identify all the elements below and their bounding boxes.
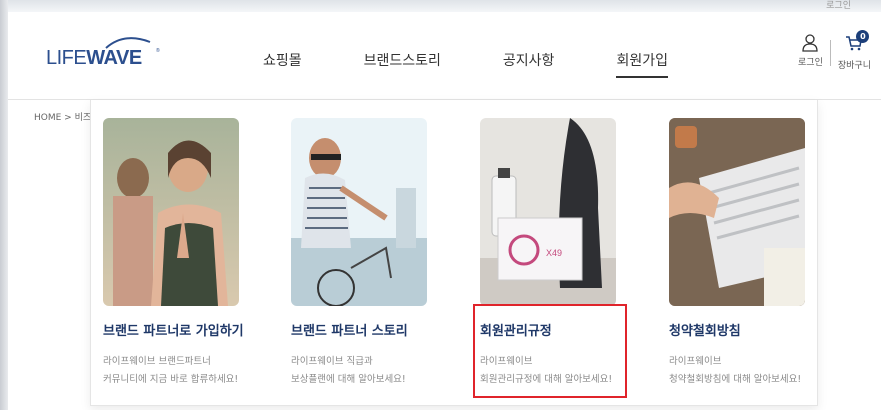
lifewave-logo[interactable]: LIFEWAVE ®	[46, 34, 176, 74]
nav-item-signup[interactable]: 회원가입	[616, 50, 668, 78]
signup-mega-menu: 브랜드 파트너로 가입하기 라이프웨이브 브랜드파트너 커뮤니티에 지금 바로 …	[90, 100, 818, 406]
menu-card-brand-partner-story[interactable]: 브랜드 파트너 스토리 라이프웨이브 직급과 보상플랜에 대해 알아보세요!	[291, 118, 435, 389]
card-desc-line2: 보상플랜에 대해 알아보세요!	[291, 374, 406, 385]
nav-item-notice[interactable]: 공지사항	[503, 50, 555, 78]
cart-icon-wrap: 0	[845, 30, 870, 55]
breadcrumb: HOME > 비즈니스	[34, 113, 92, 123]
card-title: 청약철회방침	[669, 324, 741, 339]
cart-count-badge: 0	[856, 30, 870, 43]
site-header: LIFEWAVE ® 쇼핑몰 브랜드스토리 공지사항 회원가입 로그인 0 장바…	[8, 12, 881, 100]
card-desc-line1: 라이프웨이브	[669, 356, 722, 367]
menu-card-brand-partner-join[interactable]: 브랜드 파트너로 가입하기 라이프웨이브 브랜드파트너 커뮤니티에 지금 바로 …	[103, 118, 247, 389]
card-title: 브랜드 파트너로 가입하기	[103, 324, 244, 339]
menu-card-withdrawal-policy[interactable]: 청약철회방침 라이프웨이브 청약철회방침에 대해 알아보세요!	[669, 118, 813, 389]
nav-item-shop[interactable]: 쇼핑몰	[263, 50, 302, 78]
cart-button[interactable]: 0 장바구니	[837, 30, 871, 71]
card-description: 라이프웨이브 청약철회방침에 대해 알아보세요!	[669, 353, 813, 389]
laptop-typing-image	[669, 118, 805, 306]
login-label: 로그인	[798, 58, 823, 68]
card-description: 라이프웨이브 브랜드파트너 커뮤니티에 지금 바로 합류하세요!	[103, 353, 247, 389]
window-left-edge	[0, 0, 8, 410]
card-title: 브랜드 파트너 스토리	[291, 324, 408, 339]
login-button[interactable]: 로그인	[798, 34, 823, 68]
svg-text:®: ®	[156, 47, 160, 54]
window-top-edge	[0, 0, 881, 12]
main-nav: 쇼핑몰 브랜드스토리 공지사항 회원가입	[263, 50, 730, 78]
product-box-image: X49	[480, 118, 616, 306]
cyclist-woman-image	[291, 118, 427, 306]
cart-label: 장바구니	[837, 61, 871, 71]
svg-text:LIFEWAVE: LIFEWAVE	[46, 47, 142, 69]
highlight-box	[473, 304, 627, 398]
card-desc-line2: 커뮤니티에 지금 바로 합류하세요!	[103, 374, 239, 385]
svg-text:X49: X49	[546, 248, 562, 258]
top-utility-text: 로그인	[826, 1, 851, 11]
nav-item-brand-story[interactable]: 브랜드스토리	[364, 50, 441, 78]
card-desc-line1: 라이프웨이브 브랜드파트너	[103, 356, 211, 367]
card-desc-line1: 라이프웨이브 직급과	[291, 356, 373, 367]
card-description: 라이프웨이브 직급과 보상플랜에 대해 알아보세요!	[291, 353, 435, 389]
card-desc-line2: 청약철회방침에 대해 알아보세요!	[669, 374, 802, 385]
yoga-woman-image	[103, 118, 239, 306]
user-utility: 로그인 0 장바구니	[798, 30, 871, 71]
user-utility-divider	[829, 40, 831, 66]
user-icon	[802, 34, 819, 52]
